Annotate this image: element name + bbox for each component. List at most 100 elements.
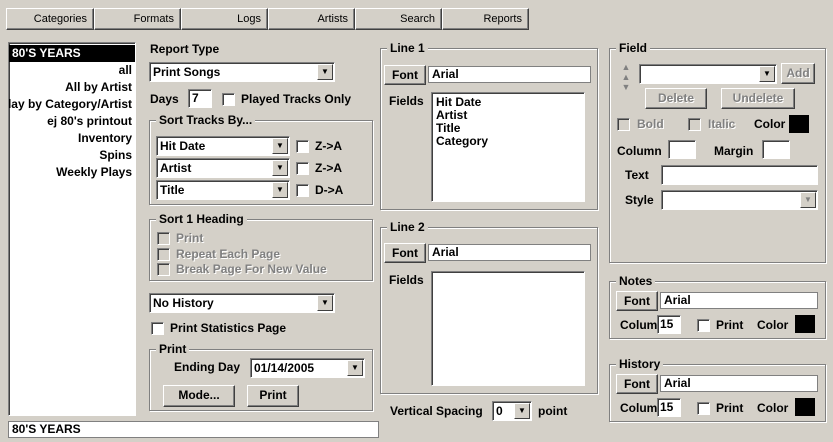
chevron-down-icon[interactable]: ▼ bbox=[317, 295, 333, 311]
reorder-arrows-icon[interactable]: ▲ ▲ ▼ bbox=[617, 62, 635, 92]
chevron-down-icon[interactable]: ▼ bbox=[800, 192, 816, 208]
line1-fields-list[interactable]: Hit Date Artist Title Category bbox=[431, 92, 585, 202]
notes-font-value: Arial bbox=[660, 292, 818, 309]
list-item[interactable]: ej 80's printout bbox=[9, 113, 135, 130]
list-item[interactable]: Inventory bbox=[9, 130, 135, 147]
ending-day-value: 01/14/2005 bbox=[254, 361, 315, 375]
field-color-swatch[interactable] bbox=[789, 115, 809, 133]
chevron-down-icon[interactable]: ▼ bbox=[347, 360, 363, 376]
history-color-label: Color bbox=[757, 401, 789, 415]
column-label: Column bbox=[617, 144, 662, 158]
bold-checkbox[interactable] bbox=[617, 118, 630, 131]
mode-button[interactable]: Mode... bbox=[163, 385, 235, 407]
days-input[interactable]: 7 bbox=[188, 89, 212, 108]
chevron-down-icon[interactable]: ▼ bbox=[272, 160, 288, 176]
line1-fields-label: Fields bbox=[389, 94, 424, 108]
artists-tab-button[interactable]: Artists bbox=[268, 8, 355, 30]
line2-font-button[interactable]: Font bbox=[384, 243, 426, 263]
vertical-spacing-label: Vertical Spacing bbox=[390, 404, 483, 418]
vertical-spacing-select[interactable]: 0 ▼ bbox=[492, 401, 532, 421]
history-title: History bbox=[616, 357, 664, 371]
heading-break-checkbox[interactable] bbox=[157, 263, 170, 276]
chevron-down-icon[interactable]: ▼ bbox=[514, 403, 530, 419]
list-item[interactable]: Play by Category/Artist bbox=[9, 96, 135, 113]
print-button[interactable]: Print bbox=[247, 385, 299, 407]
history-colum-input[interactable]: 15 bbox=[657, 398, 681, 417]
formats-tab-button[interactable]: Formats bbox=[94, 8, 181, 30]
print-stats-checkbox[interactable] bbox=[151, 322, 164, 335]
history-select[interactable]: No History ▼ bbox=[149, 293, 335, 313]
undelete-field-button[interactable]: Undelete bbox=[721, 88, 795, 109]
toolbar: Categories Formats Logs Artists Search R… bbox=[0, 0, 833, 36]
played-only-checkbox[interactable] bbox=[222, 93, 235, 106]
list-item[interactable]: Spins bbox=[9, 147, 135, 164]
report-type-label: Report Type bbox=[150, 42, 220, 56]
margin-input[interactable] bbox=[762, 140, 790, 159]
categories-tab-button[interactable]: Categories bbox=[6, 8, 94, 30]
list-item[interactable]: Weekly Plays bbox=[9, 164, 135, 181]
report-list[interactable]: 80'S YEARS all All by Artist Play by Cat… bbox=[8, 42, 136, 416]
vertical-spacing-value: 0 bbox=[496, 404, 503, 418]
notes-color-swatch[interactable] bbox=[795, 315, 815, 333]
column-input[interactable] bbox=[668, 140, 696, 159]
sort-dir-3-label: D->A bbox=[315, 183, 344, 197]
list-item[interactable]: Category bbox=[436, 135, 580, 148]
history-colum-label: Colum bbox=[620, 401, 658, 415]
ending-day-label: Ending Day bbox=[174, 360, 241, 374]
italic-label: Italic bbox=[708, 117, 736, 131]
sort-tracks-title: Sort Tracks By... bbox=[156, 113, 256, 127]
text-label: Text bbox=[625, 168, 649, 182]
history-color-swatch[interactable] bbox=[795, 398, 815, 416]
heading-print-checkbox[interactable] bbox=[157, 232, 170, 245]
chevron-down-icon[interactable]: ▼ bbox=[317, 64, 333, 80]
field-title: Field bbox=[616, 41, 651, 55]
sort-dir-1-checkbox[interactable] bbox=[296, 140, 309, 153]
sort-heading-title: Sort 1 Heading bbox=[156, 212, 247, 226]
history-print-checkbox[interactable] bbox=[697, 402, 710, 415]
ending-day-picker[interactable]: 01/14/2005 ▼ bbox=[250, 358, 365, 378]
status-bar: 80'S YEARS bbox=[8, 421, 379, 438]
line2-fields-list[interactable] bbox=[431, 271, 585, 386]
sort-field-2-select[interactable]: Artist ▼ bbox=[156, 158, 290, 178]
list-item-selected[interactable]: 80'S YEARS bbox=[9, 45, 135, 62]
played-only-label: Played Tracks Only bbox=[241, 92, 352, 106]
chevron-down-icon[interactable]: ▼ bbox=[272, 182, 288, 198]
print-stats-label: Print Statistics Page bbox=[170, 321, 287, 335]
sort-field-1-select[interactable]: Hit Date ▼ bbox=[156, 136, 290, 156]
list-item[interactable]: all bbox=[9, 62, 135, 79]
search-tab-button[interactable]: Search bbox=[355, 8, 442, 30]
sort-field-3-value: Title bbox=[160, 183, 185, 197]
chevron-down-icon[interactable]: ▼ bbox=[272, 138, 288, 154]
italic-checkbox[interactable] bbox=[688, 118, 701, 131]
history-font-button[interactable]: Font bbox=[616, 374, 658, 394]
notes-print-checkbox[interactable] bbox=[697, 319, 710, 332]
delete-field-button[interactable]: Delete bbox=[645, 88, 707, 109]
logs-tab-button[interactable]: Logs bbox=[181, 8, 268, 30]
reports-tab-button[interactable]: Reports bbox=[442, 8, 529, 30]
field-select[interactable]: ▼ bbox=[639, 64, 777, 84]
list-item[interactable]: All by Artist bbox=[9, 79, 135, 96]
print-group-title: Print bbox=[156, 342, 190, 356]
history-select-value: No History bbox=[153, 296, 214, 310]
heading-print-label: Print bbox=[176, 231, 204, 245]
line1-font-button[interactable]: Font bbox=[384, 65, 426, 85]
notes-colum-input[interactable]: 15 bbox=[657, 315, 681, 334]
chevron-down-icon[interactable]: ▼ bbox=[759, 66, 775, 82]
history-font-value: Arial bbox=[660, 375, 818, 392]
sort-field-3-select[interactable]: Title ▼ bbox=[156, 180, 290, 200]
report-type-select[interactable]: Print Songs ▼ bbox=[149, 62, 335, 82]
sort-field-2-value: Artist bbox=[160, 161, 192, 175]
notes-title: Notes bbox=[616, 274, 656, 288]
report-type-value: Print Songs bbox=[153, 65, 221, 79]
heading-break-label: Break Page For New Value bbox=[176, 262, 327, 276]
heading-repeat-checkbox[interactable] bbox=[157, 248, 170, 261]
line2-fields-label: Fields bbox=[389, 273, 424, 287]
line2-title: Line 2 bbox=[387, 220, 428, 234]
style-select[interactable]: ▼ bbox=[661, 190, 818, 210]
add-field-button[interactable]: Add bbox=[781, 63, 815, 84]
notes-font-button[interactable]: Font bbox=[616, 291, 658, 311]
history-print-label: Print bbox=[716, 401, 744, 415]
sort-dir-3-checkbox[interactable] bbox=[296, 184, 309, 197]
text-input[interactable] bbox=[661, 165, 818, 185]
sort-dir-2-checkbox[interactable] bbox=[296, 162, 309, 175]
